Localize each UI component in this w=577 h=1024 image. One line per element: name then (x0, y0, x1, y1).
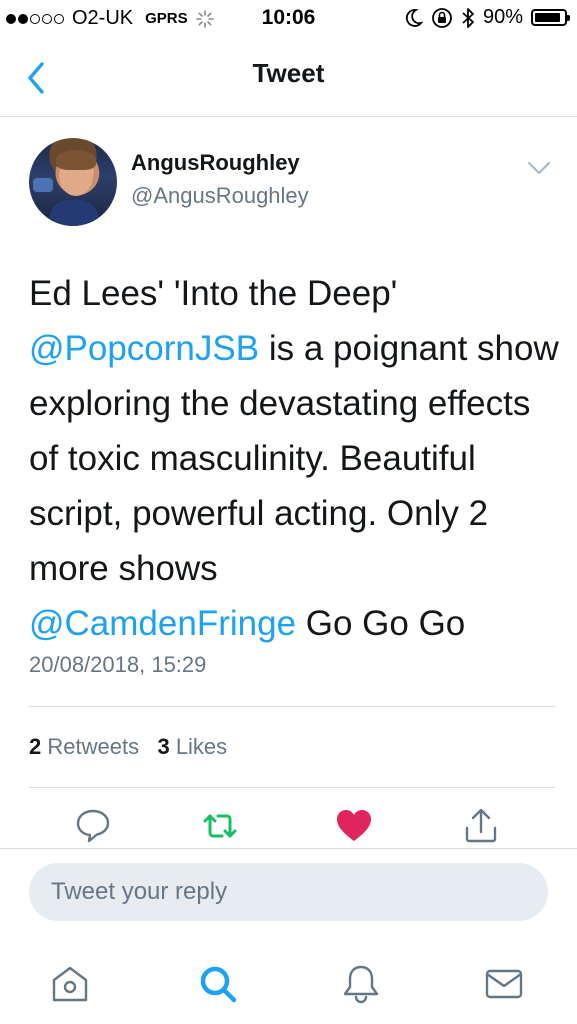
tweet-text: Ed Lees' 'Into the Deep' @PopcornJSB is a… (29, 266, 559, 651)
chevron-down-icon (528, 162, 550, 174)
messages-envelope-icon (485, 969, 523, 999)
tab-search[interactable] (196, 962, 240, 1006)
tweet-stats: 2 Retweets 3 Likes (29, 734, 227, 760)
retweets-stat[interactable]: 2 Retweets (29, 734, 139, 759)
divider (29, 787, 555, 788)
page-title: Tweet (252, 58, 325, 88)
likes-label: Likes (175, 734, 228, 759)
retweet-button[interactable] (200, 806, 240, 846)
retweets-label: Retweets (47, 734, 140, 759)
user-handle[interactable]: @AngusRoughley (131, 183, 309, 209)
mention-link[interactable]: @CamdenFringe (29, 604, 296, 643)
bluetooth-icon (462, 7, 474, 28)
tweet-timestamp: 20/08/2018, 15:29 (29, 652, 207, 677)
reply-input[interactable]: Tweet your reply (29, 863, 548, 921)
heart-icon (337, 810, 371, 841)
retweet-icon (203, 814, 237, 838)
tab-home[interactable] (48, 962, 92, 1006)
orientation-lock-icon (432, 7, 452, 28)
tweet-options-button[interactable] (526, 158, 552, 178)
reply-button[interactable] (73, 806, 113, 846)
likes-stat[interactable]: 3 Likes (157, 734, 227, 759)
reply-composer: Tweet your reply (0, 848, 577, 941)
search-icon (200, 966, 237, 1003)
battery-percent: 90% (482, 6, 523, 28)
tweet-actions (0, 806, 577, 846)
home-icon (52, 966, 88, 1002)
divider (29, 706, 555, 707)
like-button[interactable] (334, 806, 374, 846)
notifications-bell-icon (343, 965, 379, 1004)
avatar[interactable] (29, 138, 117, 226)
tweet-text-part: Go Go Go (296, 604, 466, 643)
status-bar: O2-UK GPRS 10:06 90% (0, 0, 577, 38)
status-bar-right: 90% (405, 6, 570, 29)
battery-icon (531, 9, 570, 26)
navigation-bar: Tweet (0, 38, 577, 117)
display-name[interactable]: AngusRoughley (131, 150, 300, 176)
tweet-detail-screen: O2-UK GPRS 10:06 90% Tweet AngusRoughley… (0, 0, 577, 1024)
retweets-count: 2 (29, 734, 42, 759)
mention-link[interactable]: @PopcornJSB (29, 329, 259, 368)
tab-bar (0, 940, 577, 1024)
tab-notifications[interactable] (339, 962, 383, 1006)
tweet-text-part: Ed Lees' 'Into the Deep' (29, 274, 398, 313)
reply-bubble-icon (76, 809, 110, 843)
tab-messages[interactable] (482, 962, 526, 1006)
do-not-disturb-moon-icon (405, 8, 423, 27)
likes-count: 3 (157, 734, 170, 759)
share-icon (465, 808, 497, 843)
share-button[interactable] (461, 806, 501, 846)
